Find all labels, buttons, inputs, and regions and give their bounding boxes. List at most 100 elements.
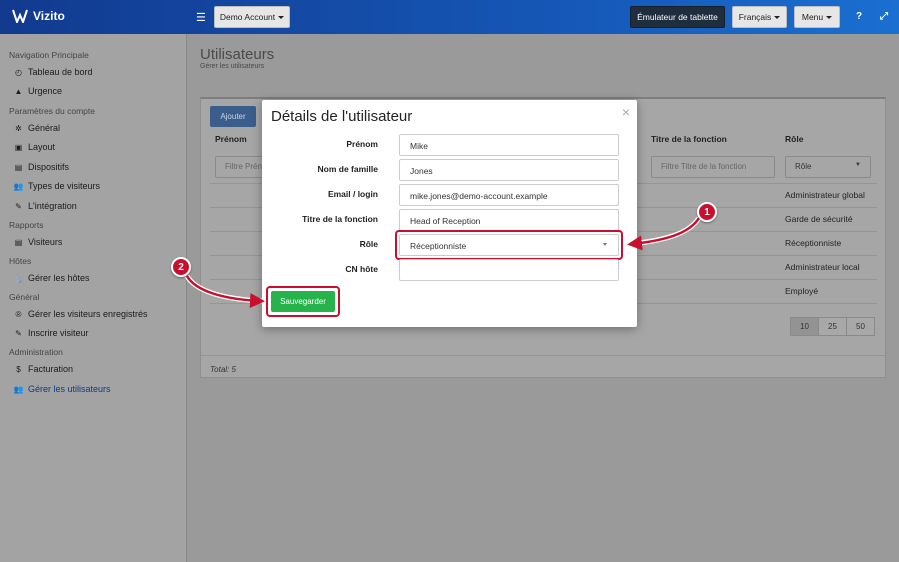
email-label: Email / login [327, 189, 378, 199]
job-title-label: Titre de la fonction [302, 214, 378, 224]
sidebar-item-label: Gérer les utilisateurs [28, 384, 111, 394]
page-size-25[interactable]: 25 [818, 317, 847, 336]
page-subtitle: Gérer les utilisateurs [200, 63, 265, 70]
sidebar-item-layout[interactable]: ▣ Layout [14, 142, 55, 152]
image-icon: ▣ [14, 142, 23, 152]
last-name-field[interactable]: Jones [399, 159, 619, 181]
sidebar-item-label: Visiteurs [28, 237, 63, 247]
column-header-role[interactable]: Rôle [785, 134, 803, 144]
sidebar-section-title: Paramètres du compte [9, 106, 95, 116]
tablet-icon: ▤ [14, 162, 23, 172]
manage-users-icon: 👥 [13, 384, 24, 394]
sidebar-item-general[interactable]: ✲ Général [14, 123, 60, 133]
chevron-down-icon [774, 15, 781, 19]
sidebar-item-label: Layout [28, 142, 56, 152]
sidebar-item-label: Gérer les visiteurs enregistrés [28, 309, 148, 319]
fullscreen-icon[interactable]: ⤢ [880, 11, 888, 22]
brand-logo[interactable]: Vizito [12, 9, 65, 23]
filter-role-select[interactable]: Rôle ▼ [785, 156, 871, 178]
host-icon: ⚓ [13, 273, 24, 283]
sidebar-item-devices[interactable]: ▤ Dispositifs [14, 162, 69, 172]
sidebar-item-label: Tableau de bord [28, 67, 93, 77]
account-dropdown[interactable]: Demo Account [214, 6, 290, 28]
sidebar-item-billing[interactable]: $ Facturation [14, 364, 73, 374]
users-icon: 👥 [13, 181, 24, 191]
save-button[interactable]: Sauvegarder [271, 291, 335, 312]
total-count: Total: 5 [210, 365, 236, 374]
close-icon[interactable]: × [622, 104, 630, 120]
sidebar-item-manage-users[interactable]: 👥 Gérer les utilisateurs [14, 384, 111, 394]
sidebar-item-visitors[interactable]: ▤ Visiteurs [14, 237, 63, 247]
sidebar-section-title: Rapports [9, 220, 44, 230]
top-navbar: Vizito ☰ Demo Account Émulateur de table… [0, 0, 899, 34]
pencil-icon: ✎ [15, 328, 22, 338]
page-size-10[interactable]: 10 [790, 317, 819, 336]
modal-title: Détails de l'utilisateur [271, 108, 413, 125]
sidebar-item-label: Inscrire visiteur [28, 328, 89, 338]
sidebar-item-manage-hosts[interactable]: ⚓ Gérer les hôtes [14, 273, 90, 283]
brand-name: Vizito [33, 9, 65, 23]
sidebar-item-emergency[interactable]: ▲ Urgence [14, 86, 63, 96]
dollar-icon: $ [16, 364, 21, 374]
panel-footer-divider [201, 355, 885, 356]
tablet-emulator-button[interactable]: Émulateur de tablette [630, 6, 725, 28]
cn-host-label: CN hôte [345, 264, 378, 274]
sidebar-section-title: Navigation Principale [9, 50, 89, 60]
chevron-down-icon [826, 15, 833, 19]
filter-role-value: Rôle [795, 162, 812, 171]
list-icon: ▤ [14, 237, 23, 247]
last-name-label: Nom de famille [317, 164, 378, 174]
sidebar-item-label: Gérer les hôtes [28, 273, 90, 283]
role-cell: Réceptionniste [785, 238, 842, 248]
vizito-logo-icon [12, 9, 28, 23]
sidebar-item-label: Général [28, 123, 61, 133]
chevron-down-icon: ▼ [855, 162, 861, 168]
first-name-label: Prénom [346, 139, 378, 149]
filter-job-title-input[interactable]: Filtre Titre de la fonction [651, 156, 775, 178]
sidebar-item-dashboard[interactable]: ◴ Tableau de bord [14, 67, 93, 77]
page-size-50[interactable]: 50 [846, 317, 875, 336]
menu-dropdown[interactable]: Menu [794, 6, 840, 28]
callout-badge-2: 2 [171, 257, 191, 277]
sidebar-item-label: Dispositifs [28, 162, 70, 172]
first-name-field[interactable]: Mike [399, 134, 619, 156]
role-cell: Employé [785, 286, 819, 296]
help-icon[interactable]: ? [856, 11, 862, 22]
language-dropdown[interactable]: Français [732, 6, 787, 28]
hamburger-menu-icon[interactable]: ☰ [196, 11, 206, 24]
sidebar-item-label: Facturation [28, 364, 74, 374]
role-highlight-box [395, 230, 623, 260]
role-cell: Administrateur local [785, 262, 860, 272]
language-label: Français [738, 12, 772, 22]
role-cell: Administrateur global [785, 190, 865, 200]
chevron-down-icon [278, 15, 285, 19]
page-title: Utilisateurs [200, 46, 275, 63]
sidebar-section-title: Général [9, 292, 40, 302]
column-header-first-name[interactable]: Prénom [215, 134, 247, 144]
role-cell: Garde de sécurité [785, 214, 853, 224]
sidebar-item-integration[interactable]: ✎ L'intégration [14, 201, 77, 211]
sidebar-section-title: Administration [9, 347, 63, 357]
cn-host-field[interactable] [399, 259, 619, 281]
column-header-job-title[interactable]: Titre de la fonction [651, 134, 727, 144]
account-label: Demo Account [219, 12, 276, 22]
menu-label: Menu [801, 12, 824, 22]
callout-badge-1: 1 [697, 202, 717, 222]
plug-icon: ✎ [15, 201, 22, 211]
sidebar-item-visitor-types[interactable]: 👥 Types de visiteurs [13, 181, 101, 191]
email-field[interactable]: mike.jones@demo-account.example [399, 184, 619, 206]
sidebar-item-registered-visitors[interactable]: ® Gérer les visiteurs enregistrés [14, 309, 148, 319]
role-label: Rôle [359, 239, 378, 249]
sidebar-section-title: Hôtes [9, 256, 32, 266]
sidebar-item-label: Types de visiteurs [28, 181, 101, 191]
tablet-emulator-label: Émulateur de tablette [637, 12, 718, 22]
job-title-field[interactable]: Head of Reception [399, 209, 619, 231]
warning-icon: ▲ [14, 86, 23, 96]
sidebar-item-register-visitor[interactable]: ✎ Inscrire visiteur [14, 328, 89, 338]
sidebar: Navigation Principale ◴ Tableau de bord ▲… [0, 34, 187, 562]
sidebar-item-label: Urgence [28, 86, 63, 96]
registered-icon: ® [15, 309, 22, 319]
dashboard-icon: ◴ [15, 67, 22, 77]
gear-icon: ✲ [15, 123, 22, 133]
add-user-button[interactable]: Ajouter [210, 106, 256, 127]
